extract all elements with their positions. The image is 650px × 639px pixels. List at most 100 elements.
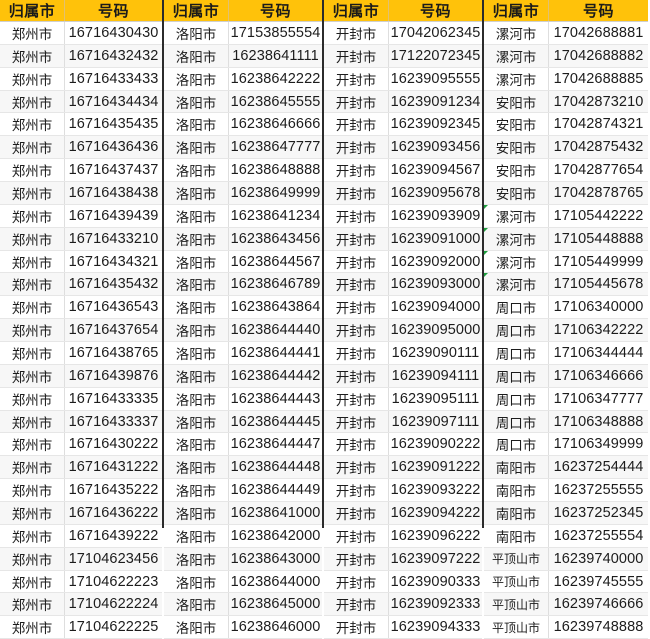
cell-city[interactable]: 郑州市 bbox=[0, 296, 64, 318]
cell-phone-number[interactable]: 16716436543 bbox=[64, 296, 162, 319]
cell-city[interactable]: 南阳市 bbox=[484, 525, 548, 547]
table-row[interactable]: 郑州市 16716433433 bbox=[0, 67, 162, 91]
table-row[interactable]: 郑州市 16716433335 bbox=[0, 387, 162, 411]
cell-city[interactable]: 郑州市 bbox=[0, 365, 64, 387]
cell-phone-number[interactable]: 16239090333 bbox=[388, 570, 482, 593]
cell-phone-number[interactable]: 16716430222 bbox=[64, 433, 162, 456]
cell-city[interactable]: 洛阳市 bbox=[164, 205, 228, 227]
cell-city[interactable]: 郑州市 bbox=[0, 91, 64, 113]
cell-city[interactable]: 安阳市 bbox=[484, 182, 548, 204]
table-row[interactable]: 南阳市 16237252345 bbox=[484, 502, 648, 525]
table-row[interactable]: 漯河市 17042688882 bbox=[484, 44, 648, 68]
table-row[interactable]: 开封市 16239094333 bbox=[324, 616, 482, 639]
table-row[interactable]: 南阳市 16237255554 bbox=[484, 524, 648, 548]
cell-city[interactable]: 开封市 bbox=[324, 502, 388, 524]
cell-city[interactable]: 开封市 bbox=[324, 205, 388, 227]
table-row[interactable]: 南阳市 16237254444 bbox=[484, 456, 648, 480]
table-row[interactable]: 洛阳市 16238641000 bbox=[164, 502, 322, 525]
table-row[interactable]: 洛阳市 16238644445 bbox=[164, 410, 322, 434]
cell-phone-number[interactable]: 16239090111 bbox=[388, 342, 482, 364]
cell-phone-number[interactable]: 17042878765 bbox=[548, 182, 648, 204]
cell-phone-number[interactable]: 17105448888 bbox=[548, 227, 648, 250]
cell-phone-number[interactable]: 16716430430 bbox=[64, 22, 162, 44]
table-row[interactable]: 漯河市 17105448888 bbox=[484, 227, 648, 251]
table-row[interactable]: 周口市 17106346666 bbox=[484, 364, 648, 388]
table-row[interactable]: 郑州市 16716436436 bbox=[0, 136, 162, 160]
cell-phone-number[interactable]: 16237252345 bbox=[548, 502, 648, 524]
table-row[interactable]: 开封市 16239091222 bbox=[324, 456, 482, 480]
cell-city[interactable]: 平顶山市 bbox=[484, 548, 548, 570]
table-row[interactable]: 开封市 17042062345 bbox=[324, 22, 482, 45]
table-row[interactable]: 开封市 16239090333 bbox=[324, 570, 482, 594]
table-row[interactable]: 安阳市 17042873210 bbox=[484, 90, 648, 114]
cell-city[interactable]: 漯河市 bbox=[484, 68, 548, 90]
cell-city[interactable]: 南阳市 bbox=[484, 479, 548, 501]
table-row[interactable]: 安阳市 17042875432 bbox=[484, 136, 648, 160]
cell-city[interactable]: 平顶山市 bbox=[484, 616, 548, 638]
cell-phone-number[interactable]: 16716435435 bbox=[64, 113, 162, 136]
cell-phone-number[interactable]: 17104622224 bbox=[64, 593, 162, 616]
table-row[interactable]: 洛阳市 16238647777 bbox=[164, 136, 322, 160]
table-row[interactable]: 周口市 17106347777 bbox=[484, 387, 648, 411]
cell-city[interactable]: 开封市 bbox=[324, 251, 388, 273]
table-row[interactable]: 郑州市 16716437437 bbox=[0, 159, 162, 183]
cell-city[interactable]: 洛阳市 bbox=[164, 45, 228, 67]
cell-phone-number[interactable]: 16238644567 bbox=[228, 250, 322, 273]
cell-city[interactable]: 漯河市 bbox=[484, 273, 548, 295]
cell-city[interactable]: 洛阳市 bbox=[164, 456, 228, 478]
table-row[interactable]: 周口市 17106342222 bbox=[484, 319, 648, 343]
cell-phone-number[interactable]: 16716433433 bbox=[64, 67, 162, 90]
cell-city[interactable]: 南阳市 bbox=[484, 456, 548, 478]
cell-city[interactable]: 漯河市 bbox=[484, 250, 548, 273]
table-row[interactable]: 洛阳市 16238642000 bbox=[164, 524, 322, 548]
cell-phone-number[interactable]: 16716436222 bbox=[64, 502, 162, 524]
cell-city[interactable]: 洛阳市 bbox=[164, 113, 228, 135]
table-row[interactable]: 漯河市 17105445678 bbox=[484, 273, 648, 297]
cell-city[interactable]: 洛阳市 bbox=[164, 228, 228, 250]
cell-city[interactable]: 开封市 bbox=[324, 159, 388, 181]
cell-city[interactable]: 郑州市 bbox=[0, 479, 64, 501]
cell-city[interactable]: 开封市 bbox=[324, 593, 388, 615]
cell-phone-number[interactable]: 17042873210 bbox=[548, 90, 648, 113]
cell-city[interactable]: 郑州市 bbox=[0, 411, 64, 433]
cell-phone-number[interactable]: 17106349999 bbox=[548, 433, 648, 456]
cell-phone-number[interactable]: 16238646666 bbox=[228, 113, 322, 136]
cell-city[interactable]: 郑州市 bbox=[0, 273, 64, 295]
table-row[interactable]: 开封市 16239091000 bbox=[324, 227, 482, 251]
table-row[interactable]: 郑州市 16716433337 bbox=[0, 410, 162, 434]
cell-city[interactable]: 南阳市 bbox=[484, 502, 548, 524]
cell-phone-number[interactable]: 17122072345 bbox=[388, 44, 482, 67]
cell-phone-number[interactable]: 17042062345 bbox=[388, 22, 482, 44]
cell-phone-number[interactable]: 16716431222 bbox=[64, 456, 162, 479]
cell-city[interactable]: 开封市 bbox=[324, 91, 388, 113]
cell-phone-number[interactable]: 16238645000 bbox=[228, 593, 322, 616]
table-row[interactable]: 开封市 17122072345 bbox=[324, 44, 482, 68]
cell-city[interactable]: 郑州市 bbox=[0, 433, 64, 455]
cell-phone-number[interactable]: 17106340000 bbox=[548, 296, 648, 319]
cell-city[interactable]: 洛阳市 bbox=[164, 136, 228, 158]
cell-phone-number[interactable]: 16238644447 bbox=[228, 433, 322, 456]
cell-city[interactable]: 漯河市 bbox=[484, 22, 548, 44]
cell-phone-number[interactable]: 16238643864 bbox=[228, 296, 322, 319]
cell-phone-number[interactable]: 17106344444 bbox=[548, 342, 648, 364]
table-row[interactable]: 平顶山市 16239748888 bbox=[484, 616, 648, 639]
cell-phone-number[interactable]: 16237255554 bbox=[548, 524, 648, 547]
cell-city[interactable]: 开封市 bbox=[324, 45, 388, 67]
table-row[interactable]: 开封市 16239090111 bbox=[324, 342, 482, 365]
table-row[interactable]: 郑州市 17104622224 bbox=[0, 593, 162, 617]
cell-city[interactable]: 郑州市 bbox=[0, 571, 64, 593]
cell-city[interactable]: 开封市 bbox=[324, 136, 388, 158]
cell-phone-number[interactable]: 16716434321 bbox=[64, 250, 162, 273]
cell-phone-number[interactable]: 16239094111 bbox=[388, 364, 482, 387]
table-row[interactable]: 郑州市 16716430430 bbox=[0, 22, 162, 45]
table-row[interactable]: 漯河市 17105442222 bbox=[484, 204, 648, 228]
cell-city[interactable]: 周口市 bbox=[484, 388, 548, 410]
cell-city[interactable]: 郑州市 bbox=[0, 456, 64, 478]
cell-phone-number[interactable]: 16239092000 bbox=[388, 250, 482, 273]
cell-phone-number[interactable]: 17042874321 bbox=[548, 113, 648, 136]
cell-city[interactable]: 开封市 bbox=[324, 182, 388, 204]
cell-city[interactable]: 洛阳市 bbox=[164, 159, 228, 181]
cell-city[interactable]: 开封市 bbox=[324, 319, 388, 341]
cell-phone-number[interactable]: 16716438438 bbox=[64, 182, 162, 204]
cell-phone-number[interactable]: 16716437437 bbox=[64, 159, 162, 182]
